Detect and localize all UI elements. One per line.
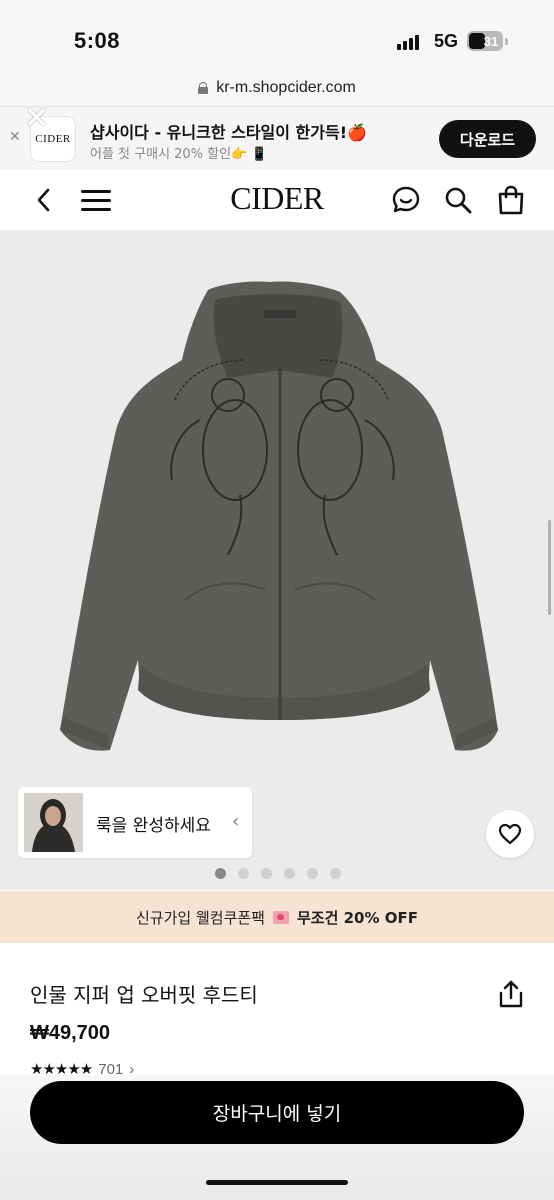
banner-title: 샵사이다 - 유니크한 스타일이 한가득!🍎	[90, 123, 367, 142]
pagination-dot[interactable]	[306, 868, 318, 879]
heart-icon	[498, 823, 522, 845]
back-icon[interactable]	[34, 187, 54, 213]
complete-look-label: 룩을 완성하세요	[96, 816, 211, 836]
promo-banner[interactable]: 신규가입 웰컴쿠폰팩 무조건 20% OFF	[0, 891, 554, 943]
site-header: CIDER	[0, 170, 554, 230]
network-label: 5G	[434, 31, 459, 51]
chat-icon[interactable]	[391, 185, 421, 215]
status-time: 5:08	[74, 28, 121, 53]
product-gallery[interactable]: 룩을 완성하세요 ‹	[0, 230, 554, 890]
banner-subtitle: 어플 첫 구매시 20% 할인👉 📱	[90, 147, 268, 162]
add-to-cart-button[interactable]: 장바구니에 넣기	[30, 1081, 524, 1144]
promo-highlight: 무조건 20% OFF	[296, 908, 418, 927]
share-icon[interactable]	[497, 979, 525, 1009]
pagination-dot[interactable]	[329, 868, 341, 879]
bag-icon[interactable]	[496, 184, 526, 216]
url-text: kr-m.shopcider.com	[216, 79, 356, 96]
banner-dismiss-icon[interactable]: ✕	[24, 101, 49, 136]
status-bar: 5:08 5G 31	[0, 0, 554, 70]
battery-icon: 31	[467, 31, 503, 51]
battery-tip	[505, 38, 508, 45]
battery-level: 31	[483, 33, 499, 49]
home-indicator	[206, 1180, 348, 1185]
search-icon[interactable]	[443, 185, 473, 215]
app-banner: ✕ CIDER ✕ 샵사이다 - 유니크한 스타일이 한가득!🍎 어플 첫 구매…	[0, 101, 554, 170]
download-button[interactable]: 다운로드	[439, 120, 536, 158]
product-name: 인물 지퍼 업 오버핏 후드티	[30, 983, 258, 1007]
hoodie-product-image	[60, 281, 498, 751]
scroll-indicator	[548, 520, 551, 615]
product-price: ₩49,700	[30, 1022, 111, 1044]
chevron-left-icon[interactable]: ‹	[232, 811, 239, 832]
menu-icon[interactable]	[81, 189, 111, 211]
pagination-dot[interactable]	[214, 868, 226, 879]
wishlist-button[interactable]	[486, 810, 534, 858]
url-bar[interactable]: kr-m.shopcider.com	[0, 70, 554, 106]
pagination-dot[interactable]	[237, 868, 249, 879]
look-thumbnail	[24, 793, 83, 852]
complete-look-card[interactable]: 룩을 완성하세요 ‹	[18, 787, 252, 858]
logo-link[interactable]	[222, 178, 332, 222]
gift-heart-icon	[272, 910, 289, 924]
signal-icon	[397, 34, 423, 50]
pagination-dot[interactable]	[260, 868, 272, 879]
promo-text: 신규가입 웰컴쿠폰팩	[136, 908, 265, 927]
lock-icon	[198, 82, 209, 94]
pagination-dot[interactable]	[283, 868, 295, 879]
banner-close-icon[interactable]: ✕	[9, 129, 21, 145]
gallery-pagination	[0, 868, 554, 879]
